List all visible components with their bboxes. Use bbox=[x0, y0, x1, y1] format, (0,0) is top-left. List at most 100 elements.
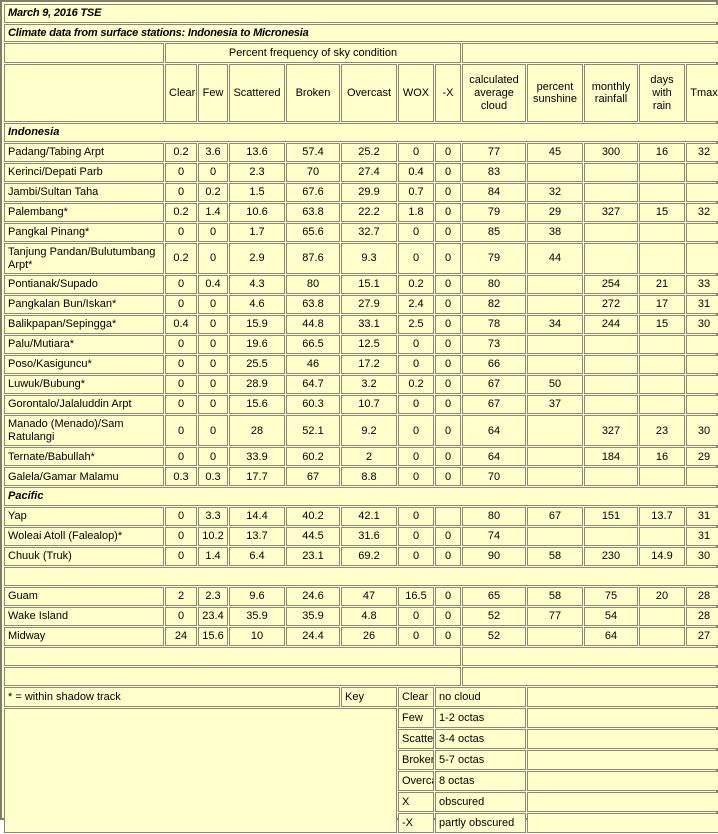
empty-cell-spacer bbox=[82, 47, 85, 60]
empty-cell-spacer bbox=[702, 338, 705, 351]
empty-cell-spacer bbox=[553, 630, 556, 643]
data-cell-monthly-rainfall: 254 bbox=[584, 275, 638, 295]
table-row: Manado (Menado)/Sam Ratulangi 0 0 28 52.1 9.2… bbox=[4, 415, 718, 447]
empty-cell-spacer bbox=[702, 226, 705, 239]
data-cell-few: 1.4 bbox=[198, 547, 228, 567]
data-cell-wox: 0.2 bbox=[398, 275, 434, 295]
blank-left-cell bbox=[4, 667, 461, 687]
data-cell-percent-sunshine bbox=[527, 355, 583, 375]
table-row: Tanjung Pandan/Bulutumbang Arpt* 0.2 0 2.9 8… bbox=[4, 242, 718, 275]
table-row: Poso/Kasiguncu* 0 0 25.5 46 17.2 0 0 66 bbox=[4, 355, 718, 375]
station-name: Pontianak/Supado bbox=[4, 275, 164, 295]
data-cell-broken: 44.8 bbox=[286, 315, 340, 335]
data-cell-monthly-rainfall bbox=[584, 162, 638, 182]
empty-cell-spacer bbox=[531, 733, 534, 746]
data-cell-scattered: 15.6 bbox=[229, 395, 285, 415]
data-cell-tmax bbox=[686, 375, 718, 395]
data-cell-tmax: 31 bbox=[686, 507, 718, 527]
empty-cell-spacer bbox=[531, 817, 534, 830]
header-column-tmax: Tmax bbox=[686, 64, 718, 123]
data-cell-wox: 0 bbox=[398, 355, 434, 375]
data-cell-clear: 0.4 bbox=[165, 315, 197, 335]
data-cell-percent-sunshine bbox=[527, 627, 583, 647]
data-cell-x: 0 bbox=[435, 627, 461, 647]
data-cell-tmax: 28 bbox=[686, 607, 718, 627]
empty-cell-spacer bbox=[609, 252, 612, 265]
data-cell-days-with-rain bbox=[639, 607, 685, 627]
section-header-row: Indonesia bbox=[4, 123, 718, 142]
data-cell-tmax: 31 bbox=[686, 295, 718, 315]
data-cell-days-with-rain bbox=[639, 222, 685, 242]
data-cell-x: 0 bbox=[435, 315, 461, 335]
data-cell-scattered: 4.6 bbox=[229, 295, 285, 315]
empty-cell-spacer bbox=[702, 166, 705, 179]
data-cell-few: 3.3 bbox=[198, 507, 228, 527]
station-name: Chuuk (Truk) bbox=[4, 547, 164, 567]
table-row: Kerinci/Depati Parb 0 0 2.3 70 27.4 0.4 0 83 bbox=[4, 162, 718, 182]
data-cell-tmax bbox=[686, 395, 718, 415]
empty-cell-spacer bbox=[702, 378, 705, 391]
empty-cell-spacer bbox=[609, 166, 612, 179]
data-cell-broken: 60.2 bbox=[286, 447, 340, 467]
data-cell-clear: 0 bbox=[165, 447, 197, 467]
data-cell-x: 0 bbox=[435, 202, 461, 222]
data-cell-scattered: 6.4 bbox=[229, 547, 285, 567]
data-cell-percent-sunshine bbox=[527, 527, 583, 547]
key-row-trailing-blank bbox=[527, 708, 718, 729]
blank-right-cell bbox=[462, 647, 718, 667]
data-cell-overcast: 3.2 bbox=[341, 375, 397, 395]
data-cell-overcast: 10.7 bbox=[341, 395, 397, 415]
empty-cell-spacer bbox=[531, 712, 534, 725]
station-name: Midway bbox=[4, 627, 164, 647]
subtitle-row: Climate data from surface stations: Indo… bbox=[4, 23, 718, 43]
empty-cell-spacer bbox=[8, 570, 11, 583]
data-cell-overcast: 33.1 bbox=[341, 315, 397, 335]
data-cell-overcast: 29.9 bbox=[341, 182, 397, 202]
station-name: Padang/Tabing Arpt bbox=[4, 142, 164, 162]
empty-cell-spacer bbox=[702, 398, 705, 411]
data-cell-x: 0 bbox=[435, 242, 461, 275]
data-cell-clear: 2 bbox=[165, 587, 197, 607]
data-cell-x: 0 bbox=[435, 335, 461, 355]
data-cell-tmax: 30 bbox=[686, 315, 718, 335]
data-cell-tmax bbox=[686, 162, 718, 182]
empty-cell-spacer bbox=[553, 166, 556, 179]
empty-cell-spacer bbox=[660, 530, 663, 543]
data-cell-wox: 2.5 bbox=[398, 315, 434, 335]
data-cell-monthly-rainfall: 54 bbox=[584, 607, 638, 627]
section-label-pacific: Pacific bbox=[4, 487, 718, 507]
data-cell-few: 0 bbox=[198, 222, 228, 242]
data-cell-scattered: 1.7 bbox=[229, 222, 285, 242]
data-cell-overcast: 27.4 bbox=[341, 162, 397, 182]
empty-cell-spacer bbox=[531, 754, 534, 767]
data-cell-x: 0 bbox=[435, 607, 461, 627]
station-name: Wake Island bbox=[4, 607, 164, 627]
data-cell-days-with-rain: 16 bbox=[639, 142, 685, 162]
empty-cell-spacer bbox=[553, 451, 556, 464]
data-cell-scattered: 15.9 bbox=[229, 315, 285, 335]
data-cell-overcast: 31.6 bbox=[341, 527, 397, 547]
data-cell-wox: 2.4 bbox=[398, 295, 434, 315]
blank-right-cell bbox=[462, 667, 718, 687]
data-cell-percent-sunshine bbox=[527, 467, 583, 487]
header-column-clear: Clear bbox=[165, 64, 197, 123]
data-cell-wox: 0 bbox=[398, 547, 434, 567]
data-cell-few: 0.3 bbox=[198, 467, 228, 487]
table-row: Ternate/Babullah* 0 0 33.9 60.2 2 0 0 64 184 16 29… bbox=[4, 447, 718, 467]
data-cell-percent-sunshine: 29 bbox=[527, 202, 583, 222]
data-cell-calculated-average-cloud: 79 bbox=[462, 202, 526, 222]
data-cell-clear: 0.2 bbox=[165, 202, 197, 222]
section-label-indonesia: Indonesia bbox=[4, 123, 718, 142]
key-term-x: X bbox=[398, 792, 434, 813]
data-cell-broken: 52.1 bbox=[286, 415, 340, 447]
station-name: Gorontalo/Jalaluddin Arpt bbox=[4, 395, 164, 415]
data-cell-monthly-rainfall bbox=[584, 335, 638, 355]
empty-cell-spacer bbox=[609, 530, 612, 543]
data-cell-overcast: 17.2 bbox=[341, 355, 397, 375]
data-cell-monthly-rainfall: 327 bbox=[584, 415, 638, 447]
header-column-x: -X bbox=[435, 64, 461, 123]
data-cell-tmax: 27 bbox=[686, 627, 718, 647]
data-cell-scattered: 9.6 bbox=[229, 587, 285, 607]
header-column-few: Few bbox=[198, 64, 228, 123]
data-cell-monthly-rainfall: 75 bbox=[584, 587, 638, 607]
